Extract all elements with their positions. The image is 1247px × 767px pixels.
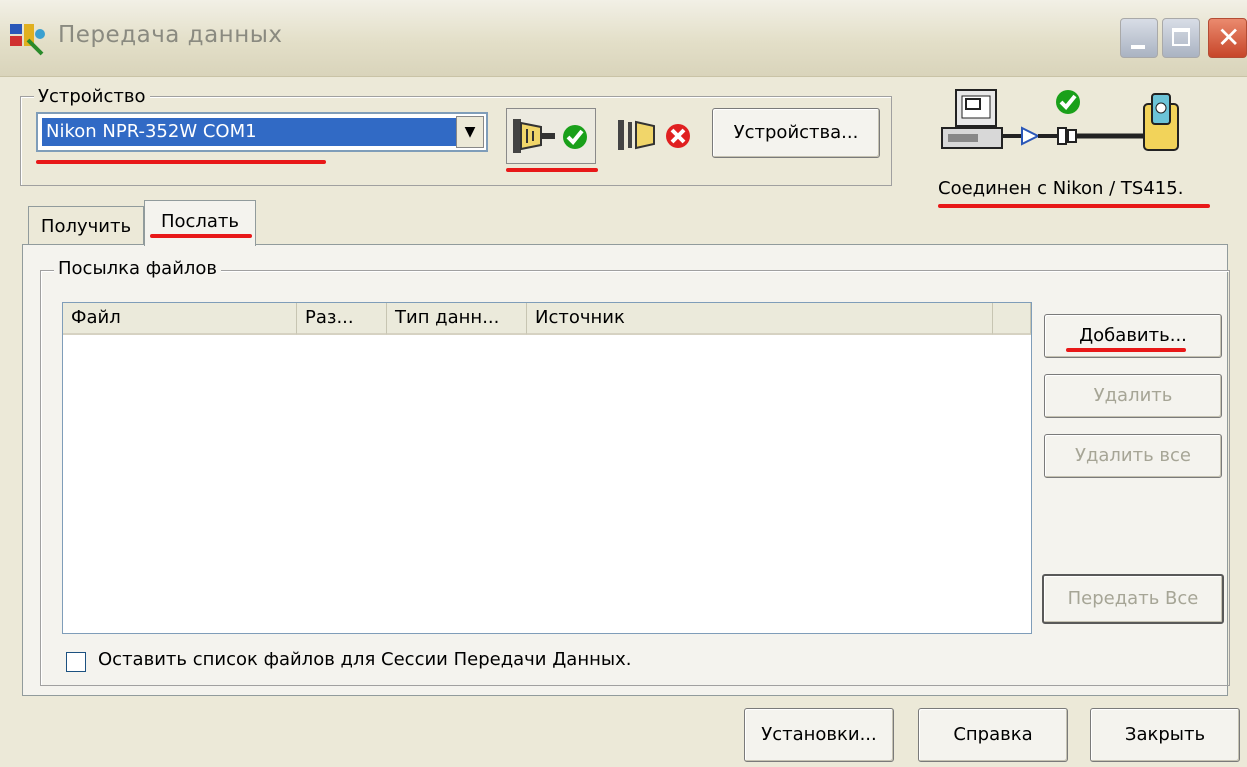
connection-diagram-icon — [941, 89, 1179, 151]
help-button[interactable]: Справка — [918, 708, 1068, 762]
delete-all-button[interactable]: Удалить все — [1044, 434, 1222, 478]
annotation-underline — [506, 168, 598, 172]
maximize-button[interactable] — [1162, 18, 1200, 58]
chevron-down-icon[interactable]: ▼ — [456, 116, 484, 148]
connect-icon — [513, 119, 587, 153]
annotation-underline — [1066, 348, 1186, 352]
annotation-underline — [938, 204, 1210, 208]
window-title: Передача данных — [58, 22, 283, 48]
tab-send[interactable]: Послать — [144, 200, 256, 246]
column-header-size[interactable]: Раз... — [297, 303, 387, 335]
column-header-file[interactable]: Файл — [63, 303, 297, 335]
settings-button[interactable]: Установки... — [744, 708, 894, 762]
minimize-icon — [1131, 45, 1145, 49]
disconnect-icon — [618, 120, 690, 150]
column-header-source[interactable]: Источник — [527, 303, 993, 335]
app-icon — [10, 24, 45, 56]
maximize-icon — [1172, 28, 1190, 46]
devices-button[interactable]: Устройства... — [712, 108, 880, 158]
keep-file-list-checkbox[interactable] — [66, 652, 86, 672]
device-select-value: Nikon NPR-352W COM1 — [42, 118, 456, 146]
send-files-group-label: Посылка файлов — [54, 258, 222, 279]
column-header-data-type[interactable]: Тип данн... — [387, 303, 527, 335]
minimize-button[interactable] — [1120, 18, 1158, 58]
column-header-extra[interactable] — [993, 303, 1031, 335]
data-transfer-window: Передача данных ✕ Устройство Nikon NPR-3… — [0, 0, 1247, 767]
delete-button[interactable]: Удалить — [1044, 374, 1222, 418]
connect-button[interactable] — [506, 108, 596, 164]
close-button[interactable]: Закрыть — [1090, 708, 1240, 762]
close-window-button[interactable]: ✕ — [1208, 18, 1247, 58]
close-icon: ✕ — [1217, 21, 1241, 54]
send-all-button[interactable]: Передать Все — [1042, 574, 1224, 624]
keep-file-list-label: Оставить список файлов для Сессии Переда… — [98, 649, 632, 670]
connection-status: Соединен с Nikon / TS415. — [938, 178, 1184, 199]
title-bar[interactable]: Передача данных ✕ — [0, 0, 1247, 77]
annotation-underline — [150, 234, 252, 238]
annotation-underline — [36, 160, 326, 164]
file-list[interactable]: Файл Раз... Тип данн... Источник — [62, 302, 1032, 634]
device-group-label: Устройство — [34, 86, 150, 107]
disconnect-button[interactable] — [610, 108, 700, 164]
device-select[interactable]: Nikon NPR-352W COM1 ▼ — [36, 112, 488, 152]
tab-receive[interactable]: Получить — [28, 206, 144, 246]
